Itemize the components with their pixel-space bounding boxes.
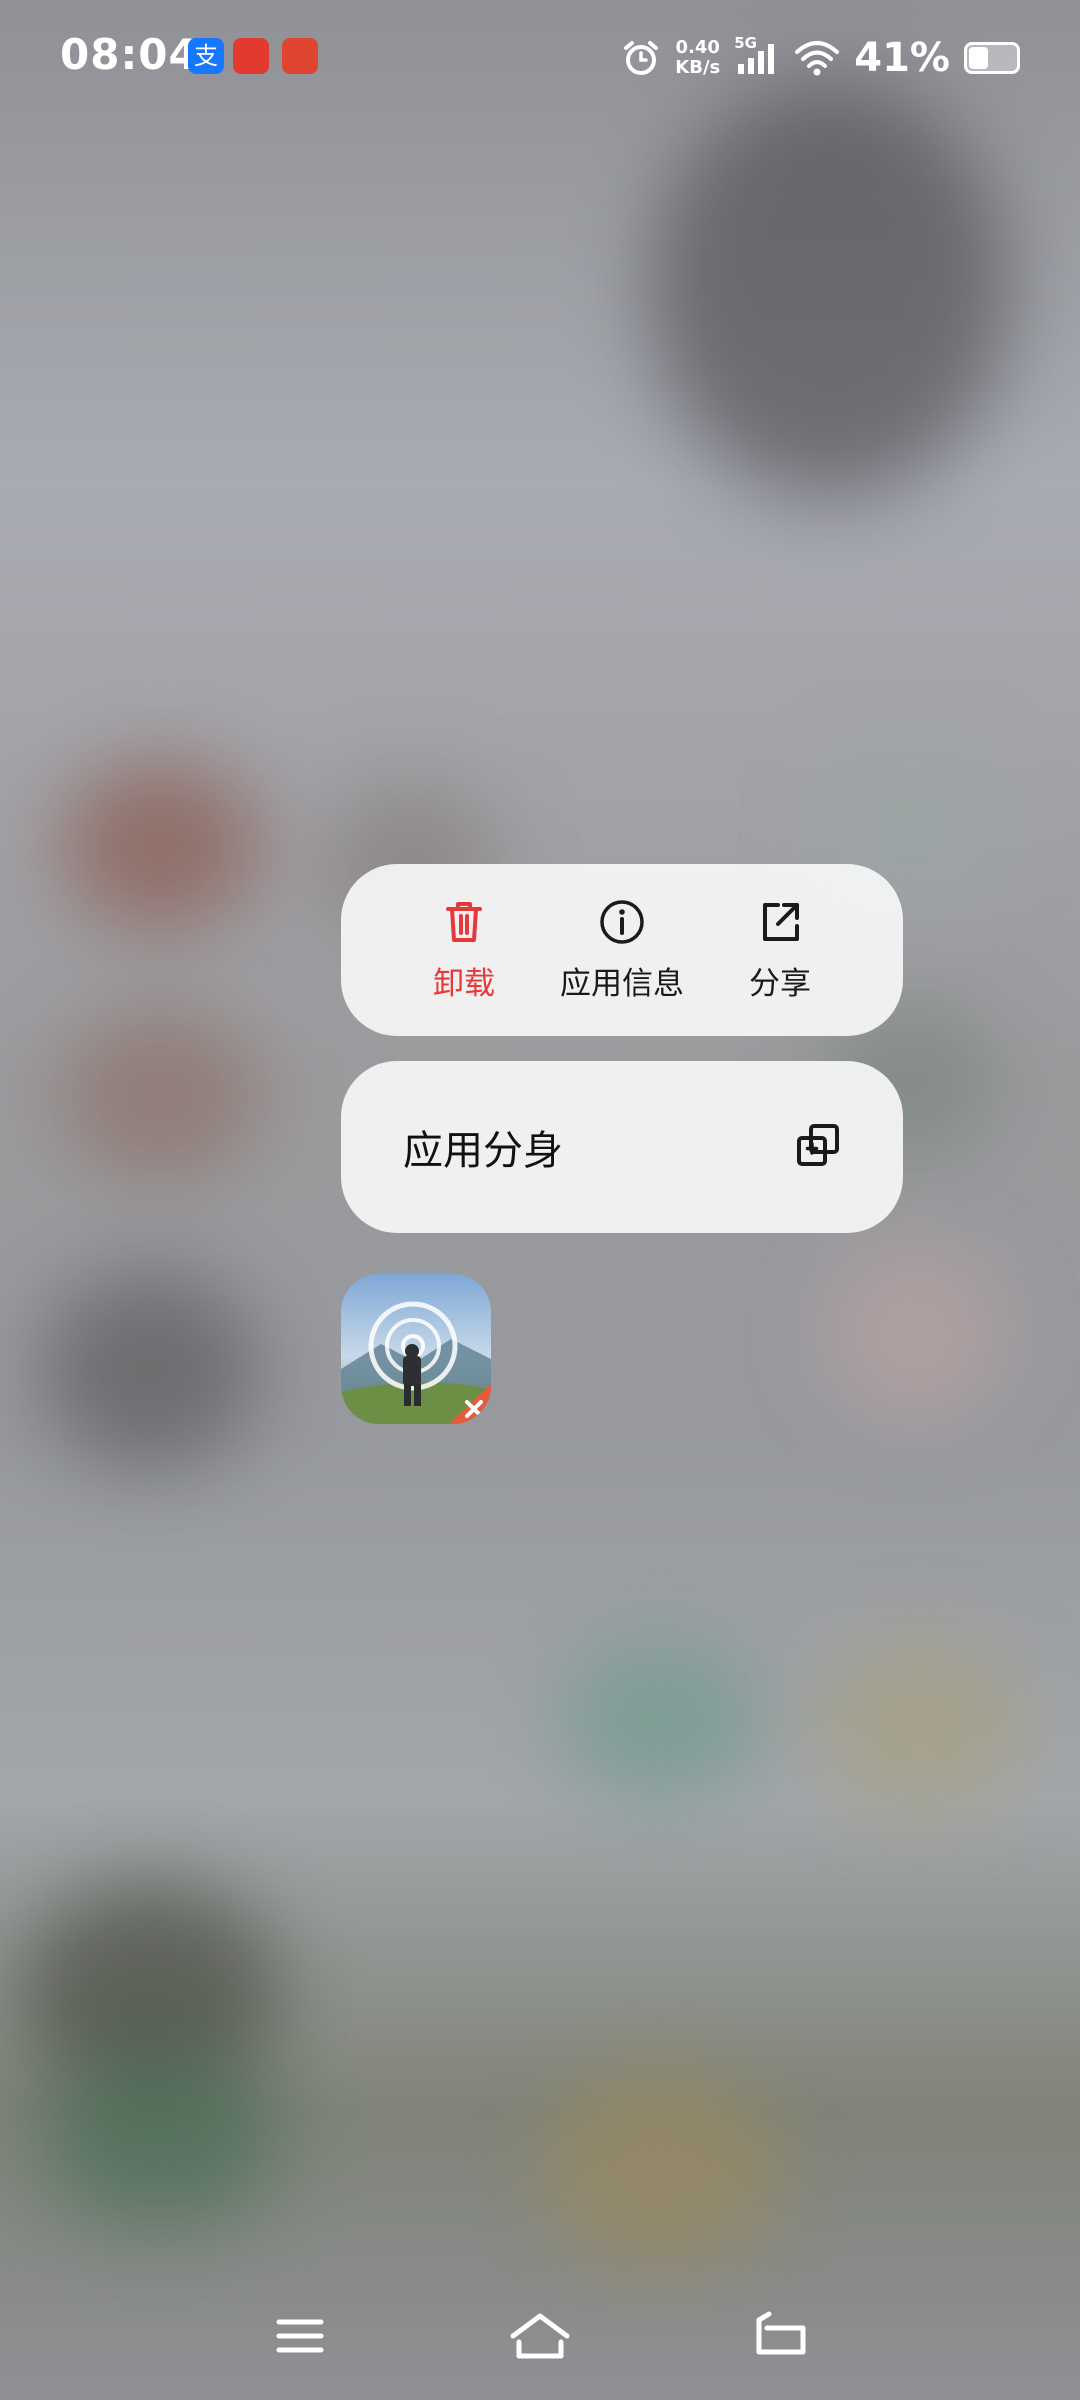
app-info-button[interactable]: 应用信息 — [547, 898, 697, 1003]
clock: 08:04 — [60, 30, 199, 79]
app-context-menu: 卸载 应用信息 分享 — [341, 864, 903, 1036]
trash-icon — [446, 901, 482, 942]
game-app-icon[interactable] — [341, 1274, 491, 1424]
gift-app-icon — [282, 38, 318, 74]
wifi-icon — [795, 41, 840, 76]
menu-button[interactable] — [265, 2306, 335, 2366]
share-label: 分享 — [749, 965, 811, 1002]
share-button[interactable]: 分享 — [705, 898, 855, 1003]
status-bar: 08:04 支 0.40 KB/s 5G 41% — [0, 0, 1080, 110]
info-icon — [600, 899, 644, 944]
menu-icon — [276, 2319, 324, 2353]
app-info-label: 应用信息 — [560, 965, 684, 1002]
signal-icon: 5G — [734, 34, 780, 78]
home-icon — [510, 2313, 570, 2359]
red-app-icon — [233, 38, 269, 74]
clone-icon — [795, 1122, 841, 1172]
uninstall-label: 卸载 — [433, 965, 495, 1002]
app-clone-label: 应用分身 — [403, 1128, 563, 1174]
share-icon — [763, 902, 799, 941]
alipay-icon: 支 — [188, 38, 224, 74]
network-speed: 0.40 KB/s — [675, 37, 721, 78]
battery-icon — [964, 42, 1020, 74]
alarm-icon — [624, 41, 659, 75]
app-clone-button[interactable]: 应用分身 — [341, 1061, 903, 1233]
home-button[interactable] — [505, 2306, 575, 2366]
back-icon — [756, 2311, 806, 2355]
uninstall-button[interactable]: 卸载 — [389, 898, 539, 1003]
battery-percent: 41% — [854, 35, 950, 81]
back-button[interactable] — [745, 2306, 815, 2366]
